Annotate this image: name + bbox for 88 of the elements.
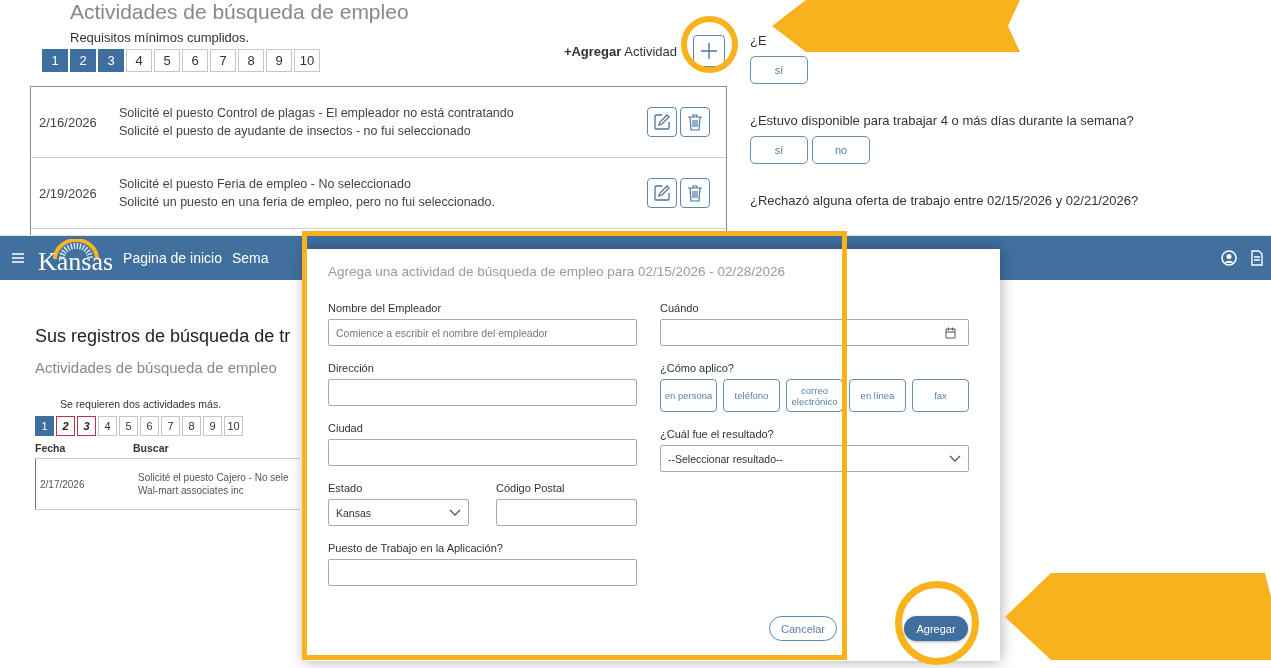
activity-date: 2/19/2026: [38, 185, 98, 201]
question-text: ¿Rechazó alguna oferta de trabajo entre 02/15/2026 y 02/21/2026?: [750, 192, 1139, 210]
edit-icon: [653, 184, 671, 202]
activity-description: Solicité un puesto en una feria de empleo, pero no fui seleccionado.: [119, 195, 496, 209]
answer-button[interactable]: sí: [750, 56, 808, 84]
field-label: Dirección: [328, 361, 375, 375]
question-text: ¿E: [750, 32, 768, 50]
column-header: Fecha: [35, 442, 67, 454]
activity-description: Solicité el puesto Cajero - No sele: [138, 472, 289, 483]
column-header: Buscar: [133, 442, 169, 454]
activity-description: Solicité el puesto de ayudante de insectos - no fui seleccionado: [119, 124, 472, 138]
state-dropdown[interactable]: Kansas: [328, 499, 469, 526]
trash-icon: [687, 113, 703, 131]
page-subtitle: Actividades de búsqueda de empleo: [35, 359, 278, 376]
input-field[interactable]: [328, 559, 637, 586]
input-field[interactable]: [328, 379, 637, 406]
page-step[interactable]: 6: [182, 49, 208, 72]
field-label: Nombre del Empleador: [328, 301, 443, 315]
field-label: Cuándo: [660, 301, 700, 315]
method-option-button[interactable]: fax: [912, 379, 969, 412]
field-label: Código Postal: [496, 481, 566, 495]
page-step[interactable]: 7: [210, 49, 236, 72]
cancel-button[interactable]: Cancelar: [769, 616, 837, 641]
edit-button[interactable]: [647, 178, 677, 208]
field-label: Ciudad: [328, 421, 364, 435]
date-field[interactable]: [660, 319, 969, 346]
input-field[interactable]: [328, 439, 637, 466]
page-step[interactable]: 7: [161, 416, 180, 436]
chevron-icon: [449, 508, 461, 517]
add-button[interactable]: [693, 35, 725, 67]
answer-button[interactable]: no: [812, 136, 870, 164]
page-step[interactable]: 2: [70, 49, 96, 72]
page-step[interactable]: 1: [35, 416, 54, 436]
chevron-icon: [949, 454, 961, 463]
input-field[interactable]: Comience a escribir el nombre del empleador: [328, 319, 637, 346]
page-step[interactable]: 8: [238, 49, 264, 72]
nav-link[interactable]: Pagina de inicio: [123, 250, 222, 266]
activity-description: Solicité el puesto Feria de empleo - No seleccionado: [119, 177, 412, 191]
page-step[interactable]: 4: [126, 49, 152, 72]
edit-button[interactable]: [647, 107, 677, 137]
activity-description: Solicité el puesto Control de plagas - El empleador no está contratando: [119, 106, 515, 120]
page-title: Sus registros de búsqueda de tr: [35, 326, 292, 347]
page-step[interactable]: 1: [42, 49, 68, 72]
field-label: Estado: [328, 481, 364, 495]
status-text: Se requieren dos actividades más.: [59, 398, 223, 410]
field-label: Puesto de Trabajo en la Aplicación?: [328, 541, 504, 555]
add-activity-label: +Agregar Actividad: [563, 43, 677, 59]
page-step[interactable]: 10: [224, 416, 243, 436]
page-step[interactable]: 9: [203, 416, 222, 436]
input-field[interactable]: [496, 499, 637, 526]
page-step[interactable]: 2: [56, 416, 75, 436]
activity-date: 2/17/2026: [39, 478, 86, 490]
page-step[interactable]: 3: [98, 49, 124, 72]
page-step[interactable]: 4: [98, 416, 117, 436]
menu-icon[interactable]: [12, 253, 24, 263]
field-label: ¿Cuál fue el resultado?: [660, 427, 775, 441]
page-heading: Actividades de búsqueda de empleo: [69, 0, 410, 24]
delete-button[interactable]: [680, 178, 710, 208]
page-step[interactable]: 9: [266, 49, 292, 72]
method-option-button[interactable]: en línea: [849, 379, 906, 412]
activity-date: 2/16/2026: [38, 114, 98, 130]
activity-description: Wal-mart associates inc: [138, 485, 245, 496]
highlight-circle: [681, 16, 738, 73]
page-step[interactable]: 5: [119, 416, 138, 436]
page-step[interactable]: 8: [182, 416, 201, 436]
field-label: ¿Cómo aplico?: [660, 361, 735, 375]
calendar-icon[interactable]: [945, 326, 956, 339]
status-text: Requisitos mínimos cumplidos.: [69, 30, 251, 46]
dialog-title: Agrega una actividad de búsqueda de empleo para 02/15/2026 - 02/28/2026: [328, 263, 787, 281]
page-step[interactable]: 6: [140, 416, 159, 436]
submit-button[interactable]: Agregar: [904, 616, 968, 641]
page-step[interactable]: 3: [77, 416, 96, 436]
user-icon[interactable]: [1221, 250, 1237, 266]
answer-button[interactable]: sí: [750, 136, 808, 164]
nav-link[interactable]: Sema: [231, 250, 269, 266]
method-option-button[interactable]: teléfono: [723, 379, 780, 412]
delete-button[interactable]: [680, 107, 710, 137]
document-icon[interactable]: [1251, 250, 1263, 266]
question-text: ¿Estuvo disponible para trabajar 4 o más días durante la semana?: [750, 112, 1135, 130]
trash-icon: [687, 184, 703, 202]
method-option-button[interactable]: correo electrónico: [786, 379, 843, 412]
plus-icon: [700, 42, 718, 60]
page-step[interactable]: 10: [294, 49, 320, 72]
result-dropdown[interactable]: --Seleccionar resultado--: [660, 445, 969, 472]
logo-wordmark[interactable]: Kansas: [38, 247, 114, 277]
method-option-button[interactable]: en persona: [660, 379, 717, 412]
edit-icon: [653, 113, 671, 131]
page-step[interactable]: 5: [154, 49, 180, 72]
